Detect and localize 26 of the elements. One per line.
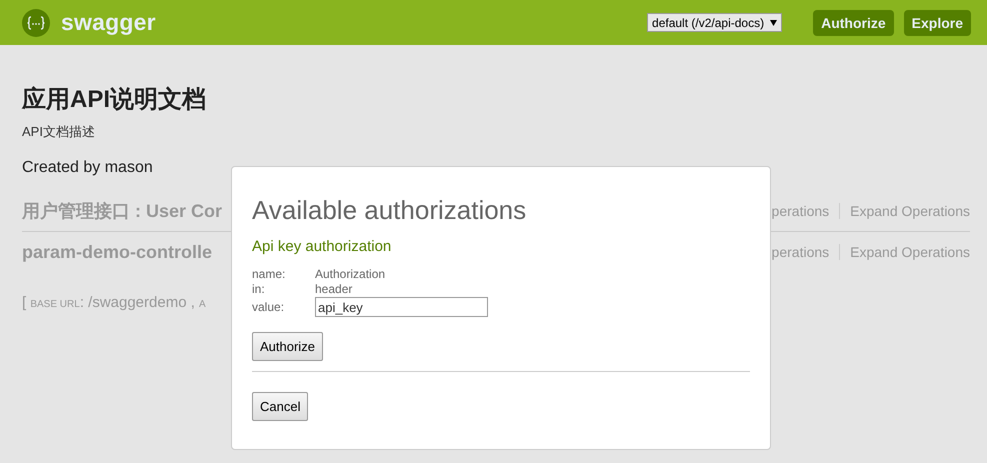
base-url-text: [ BASE URL: /swaggerdemo , A: [22, 294, 206, 311]
operations-link[interactable]: perations: [772, 244, 830, 260]
api-key-field[interactable]: api_key: [315, 297, 488, 317]
operations-link[interactable]: Expand Operations: [850, 203, 970, 219]
resource-name[interactable]: param-demo-controlle: [22, 242, 212, 262]
field-label: name:: [252, 267, 286, 281]
explore-button[interactable]: Explore: [904, 10, 971, 36]
description: API文档描述: [22, 123, 96, 141]
operations-link[interactable]: perations: [772, 203, 830, 219]
caret-icon: [770, 20, 778, 26]
brand-name: swagger: [61, 9, 156, 36]
field-value: header: [315, 282, 354, 296]
field-value: Authorization: [315, 267, 386, 281]
authorize-button[interactable]: Authorize: [813, 10, 894, 36]
field-label: in:: [252, 282, 266, 296]
operations-link[interactable]: Expand Operations: [850, 244, 970, 260]
section-title: Api key authorization: [252, 238, 392, 255]
cancel-button[interactable]: Cancel: [252, 392, 308, 421]
authorize-button[interactable]: Authorize: [252, 332, 323, 361]
resource-name[interactable]: 用户管理接口 : User Cor: [22, 199, 222, 223]
contact-text: Created by mason: [22, 159, 154, 177]
page-title: 应用API说明文档: [22, 85, 208, 115]
logo-icon: [22, 8, 50, 36]
spec-select[interactable]: default (/v2/api-docs): [647, 13, 782, 32]
field-label: value:: [252, 300, 286, 314]
dialog-title: Available authorizations: [252, 195, 528, 226]
